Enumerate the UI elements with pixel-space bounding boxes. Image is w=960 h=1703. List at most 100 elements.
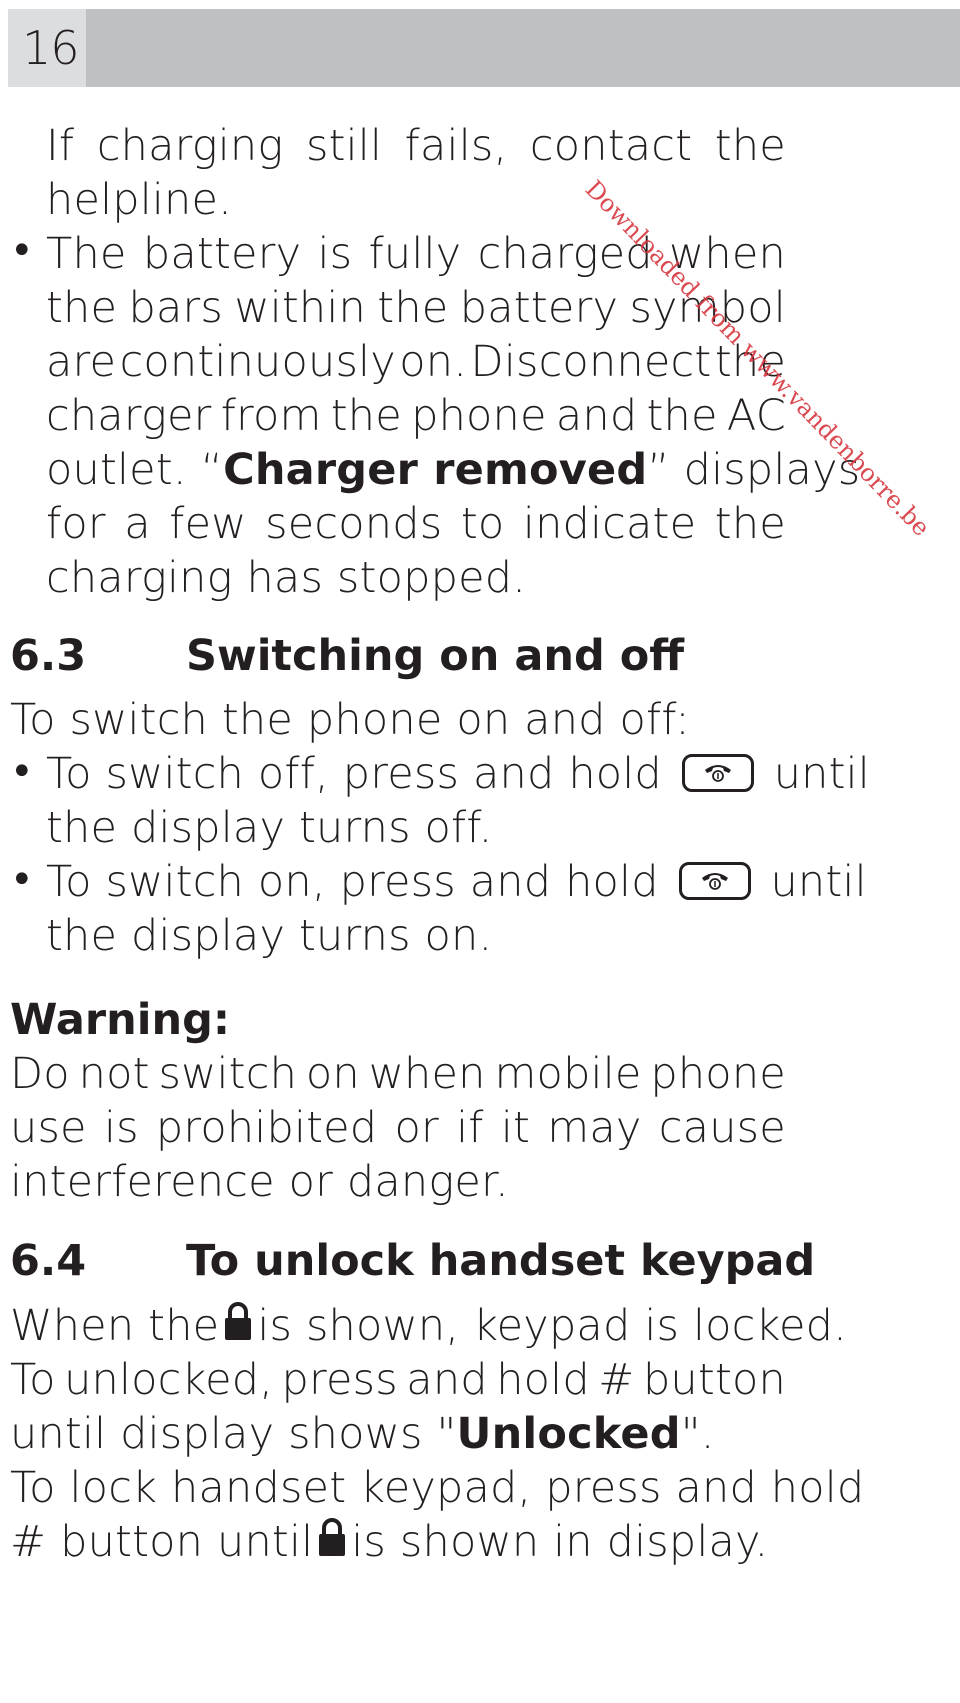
intro-line-2: helpline. [46,175,233,225]
word: mobile [494,1049,642,1099]
lock-icon [223,1298,253,1340]
text-segment: until [773,749,870,799]
text-segment: is shown, keypad is locked. [257,1301,848,1351]
word: hold [496,1355,590,1405]
switch-on-cont: the display turns on. [46,911,493,961]
word: phone [411,391,547,441]
text-segment: ". [680,1409,715,1459]
word: it [500,1103,531,1153]
battery-line-5: outlet. “Charger removed” displays [46,442,860,498]
text-segment: is shown in display. [351,1517,769,1567]
word: when [368,1049,486,1099]
text-segment: When the [10,1301,220,1351]
warning-line-2: use is prohibited or if it may cause [10,1100,786,1156]
unlock-line-3: until display shows "Unlocked". [10,1406,715,1462]
battery-line-3: are continuously on. Disconnect the [46,334,786,390]
warning-line-3: interference or danger. [10,1157,509,1207]
word: and [406,1355,488,1405]
lock-icon [317,1514,347,1556]
end-call-key-icon [678,861,751,900]
word: button [642,1355,786,1405]
word: bars [128,283,224,333]
lock-line-1: To lock handset keypad, press and hold [10,1463,865,1513]
text-segment: # button until [10,1517,314,1567]
switch-off-line: To switch off, press and hold until [46,746,870,802]
word: # [598,1355,635,1405]
warning-line-1: Do not switch on when mobile phone [10,1046,786,1102]
word: or [394,1103,439,1153]
section-title: To unlock handset keypad [186,1236,816,1286]
word: seconds [265,499,443,549]
word: battery [459,283,619,333]
word: charging [96,121,284,171]
word: the [714,121,786,171]
switch-off-cont: the display turns off. [46,803,493,853]
word: the [377,283,449,333]
charger-removed-text: Charger removed [223,445,648,495]
bullet-dot: • [10,228,34,274]
word: use [10,1103,87,1153]
bullet-dot: • [10,749,34,795]
word: fails, [404,121,508,171]
word: may [547,1103,642,1153]
text-segment: until [770,857,867,907]
page-header-bar: 16 [8,9,960,87]
unlocked-text: Unlocked [456,1409,681,1459]
word: The [46,229,127,279]
word: Do [10,1049,70,1099]
word: continuously [119,337,396,387]
word: the [646,391,718,441]
text-segment: outlet. “ [46,445,224,495]
word: a [124,499,151,549]
word: if [456,1103,484,1153]
word: Disconnect [470,337,712,387]
text-segment: To switch off, press and hold [46,749,662,799]
word: the [330,391,402,441]
word: To [10,1355,56,1405]
end-call-key-icon [681,753,754,792]
page-number: 16 [22,21,80,75]
lock-line-2: # button until is shown in display. [10,1514,768,1570]
word: are [46,337,117,387]
intro-line-1: If charging still fails, contact the [46,118,786,174]
word: If [46,121,75,171]
battery-line-6: for a few seconds to indicate the [46,496,786,552]
battery-line-4: charger from the phone and the AC [46,388,786,444]
word: is [103,1103,139,1153]
word: to [460,499,505,549]
section-number: 6.4 [10,1236,87,1286]
word: contact [529,121,693,171]
word: from [220,391,322,441]
word: battery [142,229,302,279]
word: and [555,391,638,441]
word: phone [650,1049,786,1099]
text-segment: To switch on, press and hold [46,857,659,907]
section-number: 6.3 [10,631,87,681]
word: on [305,1049,360,1099]
word: fully [368,229,462,279]
page-number-box: 16 [8,9,86,87]
word: within [234,283,366,333]
switch-on-line: To switch on, press and hold until [46,854,867,910]
switch-intro: To switch the phone on and off: [10,695,690,745]
word: few [169,499,247,549]
unlock-line-2: To unlocked, press and hold # button [10,1352,786,1408]
word: for [46,499,106,549]
word: switch [158,1049,298,1099]
text-segment: until display shows " [10,1409,457,1459]
word: press [281,1355,398,1405]
word: still [305,121,383,171]
battery-line-7: charging has stopped. [46,553,527,603]
word: prohibited [155,1103,378,1153]
warning-label: Warning: [10,995,231,1045]
word: is [317,229,353,279]
word: on. [399,337,468,387]
word: not [78,1049,150,1099]
bullet-dot: • [10,857,34,903]
word: cause [658,1103,786,1153]
word: indicate [522,499,697,549]
word: the [714,499,786,549]
unlock-line-1: When the is shown, keypad is locked. [10,1298,847,1354]
word: unlocked, [64,1355,274,1405]
section-title: Switching on and off [186,631,685,681]
